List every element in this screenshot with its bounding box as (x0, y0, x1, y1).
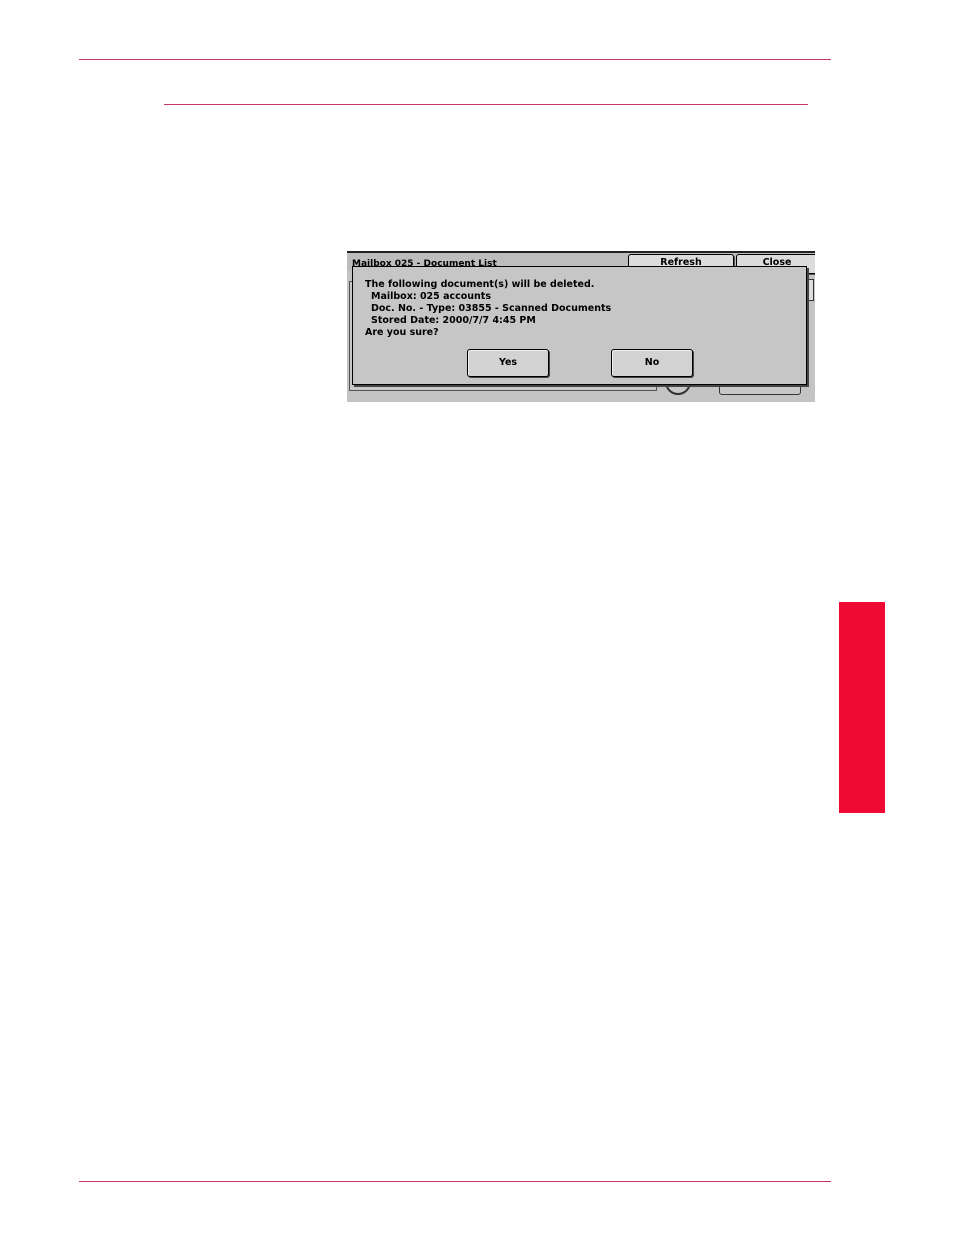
chapter-tab (839, 602, 885, 813)
yes-button[interactable]: Yes (467, 349, 549, 377)
dialog-message: The following document(s) will be delete… (365, 279, 595, 290)
no-button[interactable]: No (611, 349, 693, 377)
mailbox-line: Mailbox: 025 accounts (371, 291, 491, 302)
stored-date-line: Stored Date: 2000/7/7 4:45 PM (371, 315, 536, 326)
confirm-delete-dialog: The following document(s) will be delete… (352, 266, 807, 385)
scrollbar[interactable] (807, 279, 814, 301)
device-screen: Mailbox 025 - Document List Refresh Clos… (347, 251, 815, 402)
confirm-question: Are you sure? (365, 327, 439, 338)
header-rule (79, 59, 831, 60)
section-rule (164, 104, 808, 105)
doc-type-line: Doc. No. - Type: 03855 - Scanned Documen… (371, 303, 612, 314)
footer-rule (79, 1181, 831, 1182)
